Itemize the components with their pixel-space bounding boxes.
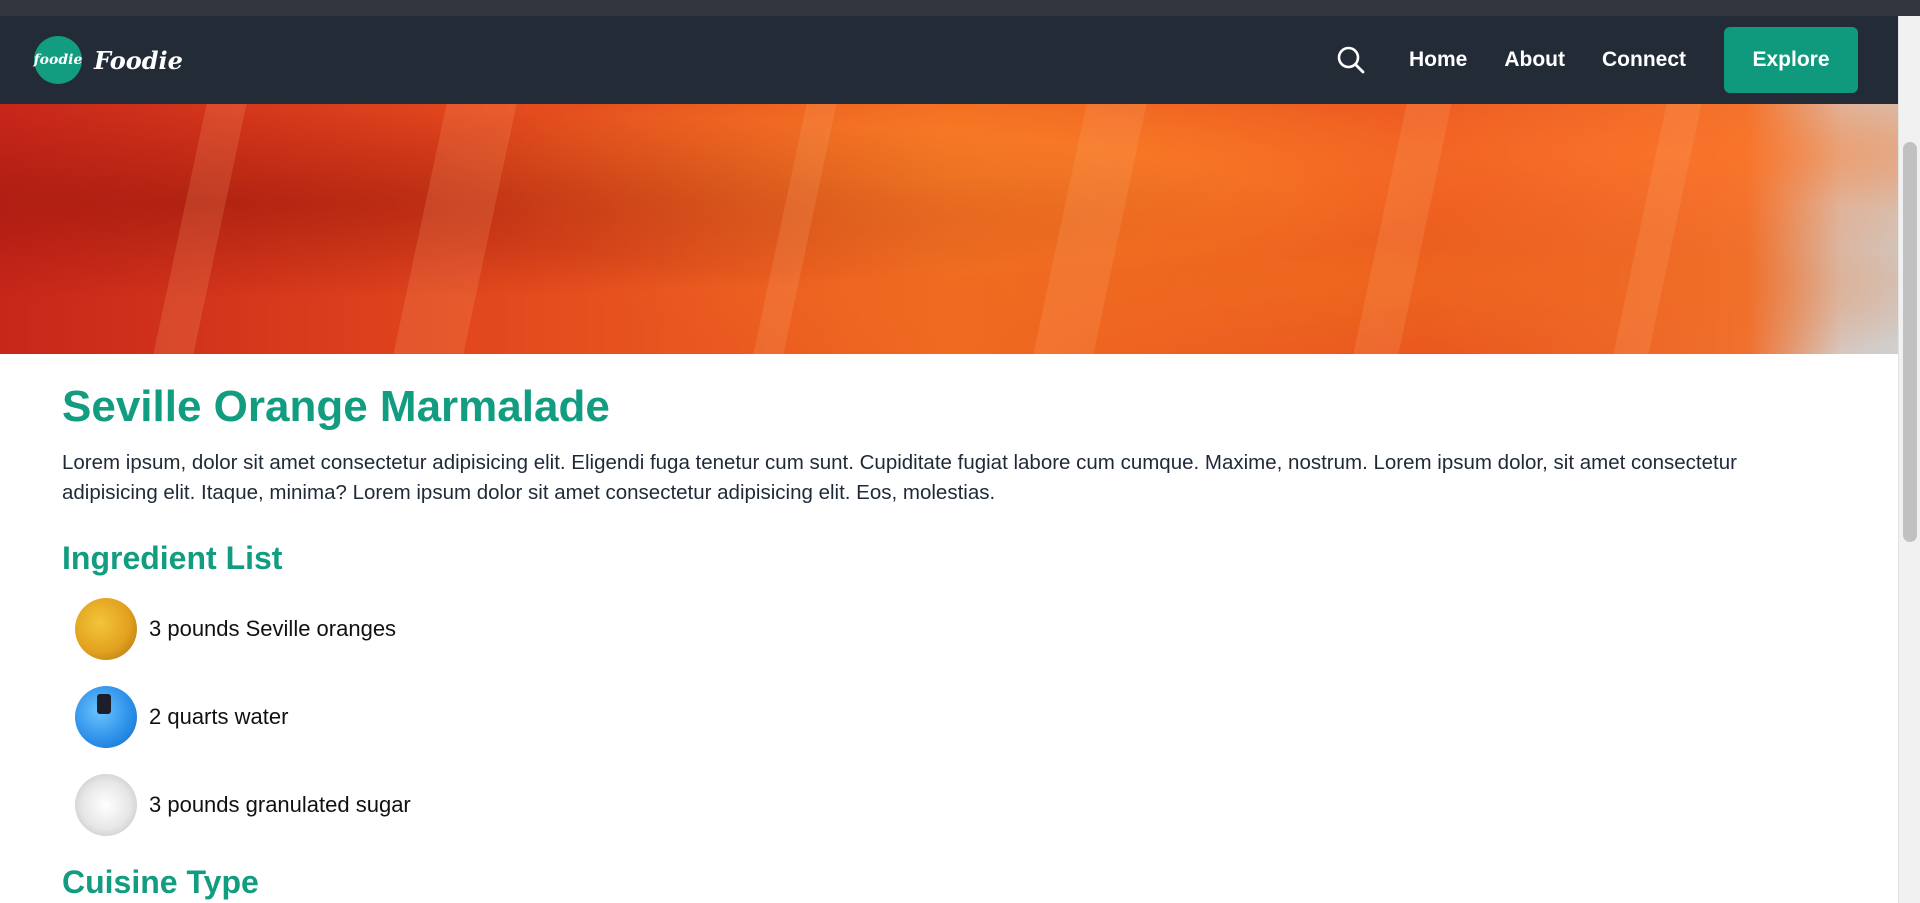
brand-name[interactable]: Foodie <box>94 46 183 75</box>
ingredient-item: 3 pounds Seville oranges <box>62 598 1862 660</box>
ingredient-label: 3 pounds granulated sugar <box>149 792 411 817</box>
recipe-intro: Lorem ipsum, dolor sit amet consectetur … <box>62 451 1737 504</box>
ingredient-label: 3 pounds Seville oranges <box>149 616 397 641</box>
ingredient-item: 2 quarts water <box>62 686 1862 748</box>
scrollbar-thumb[interactable] <box>1903 142 1917 542</box>
foodie-logo[interactable]: foodie <box>34 36 82 84</box>
navbar: foodie Foodie Home About Connect Explore <box>0 16 1898 104</box>
nav-link-home[interactable]: Home <box>1409 48 1467 72</box>
browser-strip <box>0 0 1920 16</box>
ingredient-list: 3 pounds Seville oranges 2 quarts water … <box>62 598 1862 836</box>
cuisine-heading: Cuisine Type <box>62 864 259 900</box>
recipe-title: Seville Orange Marmalade <box>62 382 610 431</box>
orange-image <box>75 598 137 660</box>
ingredients-heading: Ingredient List <box>62 540 283 576</box>
scrollbar[interactable] <box>1898 16 1920 903</box>
brand[interactable]: foodie Foodie <box>34 36 183 84</box>
sugar-image <box>75 774 137 836</box>
nav-menu: Home About Connect Explore <box>1333 27 1858 93</box>
nav-link-about[interactable]: About <box>1504 48 1565 72</box>
ingredient-label: 2 quarts water <box>149 704 289 729</box>
nav-link-connect[interactable]: Connect <box>1602 48 1686 72</box>
search-icon[interactable] <box>1333 42 1369 78</box>
logo-text: foodie <box>33 52 83 68</box>
hero-image <box>0 104 1898 354</box>
water-image <box>75 686 137 748</box>
recipe-content: Seville Orange Marmalade Lorem ipsum, do… <box>62 354 1862 902</box>
explore-button[interactable]: Explore <box>1724 27 1858 93</box>
ingredient-item: 3 pounds granulated sugar <box>62 774 1862 836</box>
